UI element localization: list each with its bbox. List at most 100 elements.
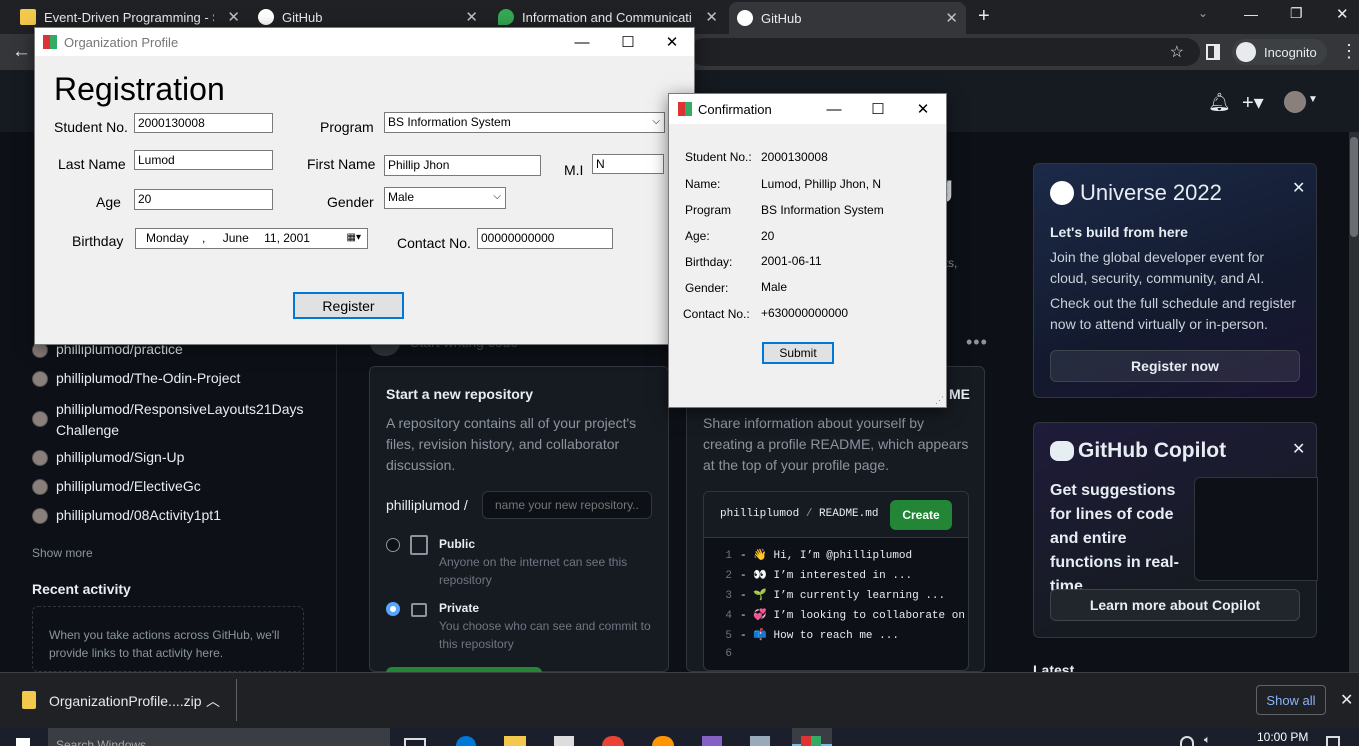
code-line: 1- 👋 Hi, I’m @philliplumod xyxy=(725,550,913,562)
last-name-field[interactable]: Lumod xyxy=(134,150,273,170)
visual-studio-icon[interactable] xyxy=(702,736,722,746)
window-title: Confirmation xyxy=(698,101,772,117)
public-label: Public xyxy=(439,537,476,551)
edge-icon[interactable] xyxy=(456,736,476,746)
readme-create-button[interactable]: Create xyxy=(890,500,952,530)
birthday-date-picker[interactable]: Monday , June 11, 2001 ▦▾ xyxy=(135,228,368,249)
download-filename[interactable]: OrganizationProfile....zip xyxy=(49,693,202,709)
file-explorer-icon[interactable] xyxy=(504,736,526,746)
windows-start-icon[interactable] xyxy=(16,738,30,746)
minimize-icon[interactable]: — xyxy=(559,28,605,56)
address-bar[interactable]: ☆ xyxy=(690,38,1200,66)
repo-link[interactable]: philliplumod/ResponsiveLayouts21Days Cha… xyxy=(32,399,303,441)
chrome-icon[interactable] xyxy=(602,736,624,746)
user-avatar[interactable] xyxy=(1284,91,1306,113)
close-download-bar-icon[interactable]: ✕ xyxy=(1340,690,1353,710)
maximize-icon[interactable]: ☐ xyxy=(605,28,651,56)
repo-link[interactable]: philliplumod/08Activity1pt1 xyxy=(32,507,221,528)
download-bar: OrganizationProfile....zip ︿ Show all ✕ xyxy=(0,672,1359,728)
repo-link[interactable]: philliplumod/The-Odin-Project xyxy=(32,370,240,391)
tab-title: Event-Driven Programming - SY2 xyxy=(44,9,214,25)
close-tab-icon[interactable]: ✕ xyxy=(945,9,958,27)
confirm-value: Male xyxy=(761,280,788,294)
copilot-text: Get suggestions for lines of code and en… xyxy=(1050,482,1179,595)
close-tab-icon[interactable]: ✕ xyxy=(465,8,478,26)
register-button[interactable]: Register xyxy=(293,292,404,319)
tray-icon[interactable] xyxy=(1180,736,1194,746)
copilot-code-preview xyxy=(1194,477,1318,581)
register-now-button[interactable]: Register now xyxy=(1050,350,1300,382)
minimize-icon[interactable]: — xyxy=(1244,6,1258,22)
windows-search-box[interactable]: Search Windows xyxy=(48,728,390,746)
restore-icon[interactable]: ❐ xyxy=(1290,5,1303,22)
readme-path-file: README.md xyxy=(819,508,879,520)
calendar-icon[interactable]: ▦▾ xyxy=(347,230,361,246)
bookmark-star-icon[interactable]: ☆ xyxy=(1170,42,1184,62)
show-more-link[interactable]: Show more xyxy=(32,546,93,560)
create-new-plus-icon[interactable]: +▾ xyxy=(1242,90,1264,115)
gender-select[interactable]: Male ⌵ xyxy=(384,187,506,209)
notification-center-icon[interactable] xyxy=(1326,736,1340,746)
volume-icon[interactable]: 🔈︎ xyxy=(1204,734,1211,746)
birthday-label: Birthday xyxy=(72,233,124,249)
tab-title: Information and Communication xyxy=(522,9,692,25)
chevron-down-icon: ⌵ xyxy=(493,191,501,202)
close-tab-icon[interactable]: ✕ xyxy=(227,8,240,26)
firefox-icon[interactable] xyxy=(652,736,674,746)
close-icon[interactable]: ✕ xyxy=(900,94,946,124)
task-view-icon[interactable] xyxy=(404,738,426,746)
side-panel-icon[interactable] xyxy=(1206,44,1220,60)
repo-owner-label: philliplumod / xyxy=(386,497,468,513)
copilot-logo-icon xyxy=(1050,441,1074,461)
submit-button[interactable]: Submit xyxy=(762,342,834,364)
public-radio[interactable] xyxy=(386,538,400,552)
private-radio[interactable] xyxy=(386,602,400,616)
resize-grip-icon[interactable]: ⋰ xyxy=(935,395,944,406)
new-tab-button[interactable]: + xyxy=(978,5,990,28)
close-icon[interactable]: ✕ xyxy=(649,28,695,56)
mi-field[interactable]: N xyxy=(592,154,664,174)
winforms-app-taskbar-item[interactable] xyxy=(792,728,832,746)
repo-link[interactable]: philliplumod/ElectiveGc xyxy=(32,478,201,499)
repo-link[interactable]: philliplumod/Sign-Up xyxy=(32,449,184,470)
tab-search-icon[interactable]: ⌄ xyxy=(1198,6,1208,20)
store-icon[interactable] xyxy=(554,736,574,746)
windows-search-text: Search Windows xyxy=(56,738,147,746)
avatar-dropdown-icon[interactable]: ▼ xyxy=(1308,94,1318,105)
incognito-badge[interactable]: Incognito xyxy=(1232,39,1327,65)
code-line: 3- 🌱 I’m currently learning ... xyxy=(725,590,946,602)
birthday-month: June xyxy=(222,231,249,245)
confirm-value: 2001-06-11 xyxy=(761,254,822,268)
page-scrollbar[interactable] xyxy=(1349,132,1359,672)
close-tab-icon[interactable]: ✕ xyxy=(705,8,718,26)
tab-github-active[interactable]: GitHub ✕ xyxy=(729,2,966,34)
app-icon[interactable] xyxy=(750,736,770,746)
student-no-field[interactable]: 2000130008 xyxy=(134,113,273,133)
close-window-icon[interactable]: ✕ xyxy=(1336,5,1349,23)
clock-time[interactable]: 10:00 PM xyxy=(1257,730,1308,744)
show-all-downloads-button[interactable]: Show all xyxy=(1256,685,1326,715)
minimize-icon[interactable]: — xyxy=(811,94,857,124)
repo-name-input[interactable] xyxy=(482,491,652,519)
back-arrow-icon[interactable]: ← xyxy=(12,41,31,63)
chrome-menu-icon[interactable]: ⋮ xyxy=(1340,42,1358,60)
lock-icon xyxy=(411,603,427,617)
age-field[interactable]: 20 xyxy=(134,189,273,210)
learn-copilot-button[interactable]: Learn more about Copilot xyxy=(1050,589,1300,621)
universe-close-icon[interactable]: ✕ xyxy=(1292,178,1305,198)
confirm-label: Student No.: xyxy=(685,150,752,164)
first-name-label: First Name xyxy=(307,156,376,172)
avatar xyxy=(32,508,48,524)
new-repo-title: Start a new repository xyxy=(386,386,534,402)
gender-value: Male xyxy=(388,190,415,204)
program-select[interactable]: BS Information System ⌵ xyxy=(384,112,665,133)
more-options-icon[interactable]: ••• xyxy=(966,332,988,353)
contact-field[interactable]: 00000000000 xyxy=(477,228,613,249)
gender-label: Gender xyxy=(327,194,374,210)
first-name-field[interactable]: Phillip Jhon xyxy=(384,155,541,176)
incognito-icon xyxy=(1236,42,1256,62)
copilot-close-icon[interactable]: ✕ xyxy=(1292,439,1305,459)
notifications-bell-icon[interactable]: 🔔︎ xyxy=(1208,92,1231,113)
chevron-up-icon[interactable]: ︿ xyxy=(206,691,220,711)
maximize-icon[interactable]: ☐ xyxy=(855,94,901,124)
